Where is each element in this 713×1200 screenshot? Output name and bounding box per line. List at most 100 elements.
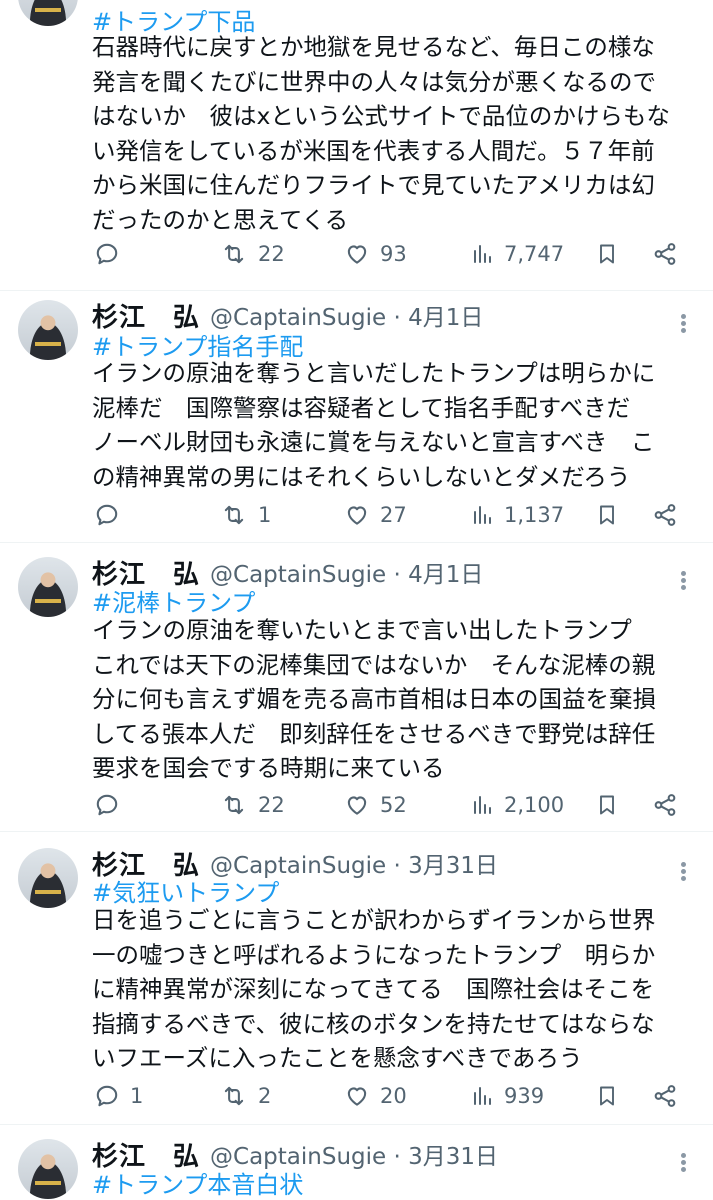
tweet-text-line: 指摘するべきで、彼に核のボタンを持たせてはならな bbox=[92, 1009, 655, 1038]
share-button[interactable] bbox=[652, 788, 678, 822]
tweet-text-line: だったのかと思えてくる bbox=[92, 205, 349, 234]
reply-button[interactable] bbox=[94, 237, 130, 271]
like-button[interactable]: 20 bbox=[344, 1079, 407, 1113]
like-button[interactable]: 27 bbox=[344, 498, 407, 532]
reply-button[interactable] bbox=[94, 498, 130, 532]
tweet-2[interactable]: 杉江 弘 @CaptainSugie · 4月1日 #トランプ指名手配 イランの… bbox=[0, 290, 713, 543]
like-count: 93 bbox=[380, 242, 407, 266]
retweet-icon bbox=[224, 795, 244, 815]
like-count: 52 bbox=[380, 793, 407, 817]
bookmark-icon bbox=[600, 1086, 614, 1106]
tweet-4[interactable]: 杉江 弘 @CaptainSugie · 3月31日 #気狂いトランプ 日を追う… bbox=[0, 838, 713, 1125]
views-chart-icon bbox=[474, 506, 491, 524]
retweet-button[interactable]: 22 bbox=[220, 788, 285, 822]
bookmark-icon bbox=[600, 505, 614, 525]
retweet-count: 22 bbox=[258, 242, 285, 266]
bookmark-button[interactable] bbox=[595, 788, 619, 822]
tweet-actions: 22 93 7,747 bbox=[92, 237, 692, 271]
retweet-button[interactable]: 22 bbox=[220, 237, 285, 271]
tweet-text-line: 石器時代に戻すとか地獄を見せるなど、毎日この様な bbox=[92, 33, 655, 61]
views-button[interactable]: 2,100 bbox=[470, 788, 564, 822]
tweet-text-line: ノーベル財団も永遠に賞を与えないと宣言すべき こ bbox=[92, 428, 655, 456]
tweet-text-line: イランの原油を奪いたいとまで言い出したトランプ bbox=[92, 616, 632, 644]
tweet-1[interactable]: #トランプ下品 石器時代に戻すとか地獄を見せるなど、毎日この様な 発言を聞くたび… bbox=[0, 0, 713, 291]
heart-icon bbox=[347, 506, 367, 525]
avatar[interactable] bbox=[18, 848, 78, 908]
reply-icon bbox=[96, 504, 118, 526]
heart-icon bbox=[347, 796, 367, 815]
tweet-text-line: 発言を聞くたびに世界中の人々は気分が悪くなるので bbox=[92, 67, 656, 96]
reply-button[interactable] bbox=[94, 788, 130, 822]
retweet-count: 2 bbox=[258, 1084, 272, 1108]
views-count: 939 bbox=[504, 1084, 545, 1108]
tweet-text-line: 要求を国会でする時期に来ている bbox=[92, 754, 445, 782]
retweet-count: 22 bbox=[258, 793, 285, 817]
share-icon bbox=[654, 243, 676, 265]
tweet-text: 日を追うごとに言うことが訳わからずイランから世界 一の嘘つきと呼ばれるようになっ… bbox=[92, 903, 692, 1076]
views-count: 2,100 bbox=[504, 793, 565, 817]
tweet-text-line: これでは天下の泥棒集団ではないか そんな泥棒の親 bbox=[92, 650, 656, 679]
like-button[interactable]: 93 bbox=[344, 237, 407, 271]
views-chart-icon bbox=[474, 796, 491, 814]
views-count: 1,137 bbox=[504, 503, 565, 527]
like-button[interactable]: 52 bbox=[344, 788, 407, 822]
tweet-text: イランの原油を奪いたいとまで言い出したトランプ これでは天下の泥棒集団ではないか… bbox=[92, 613, 692, 786]
views-count: 7,747 bbox=[504, 242, 565, 266]
share-icon bbox=[654, 504, 676, 526]
share-button[interactable] bbox=[652, 1079, 678, 1113]
retweet-count: 1 bbox=[258, 503, 272, 527]
views-button[interactable]: 1,137 bbox=[470, 498, 564, 532]
views-chart-icon bbox=[474, 1087, 491, 1105]
reply-icon bbox=[96, 243, 118, 265]
tweet-text-line: イランの原油を奪うと言いだしたトランプは明らかに bbox=[92, 359, 656, 387]
hashtag-link[interactable]: #トランプ本音白状 bbox=[92, 1165, 303, 1200]
like-count: 20 bbox=[380, 1084, 407, 1108]
tweet-text-line: に精神異常が深刻になってきてる 国際社会はそこを bbox=[92, 975, 655, 1003]
tweet-text-line: 一の嘘つきと呼ばれるようになったトランプ 明らか bbox=[92, 940, 656, 969]
avatar[interactable] bbox=[18, 0, 78, 26]
tweet-text-line: はないか 彼はxという公式サイトで品位のかけらもな bbox=[92, 102, 670, 130]
tweet-text-line: から米国に住んだりフライトで見ていたアメリカは幻 bbox=[92, 171, 655, 199]
tweet-actions: 1 27 1,137 bbox=[92, 498, 692, 532]
tweet-text: イランの原油を奪うと言いだしたトランプは明らかに 泥棒だ 国際警察は容疑者として… bbox=[92, 356, 692, 494]
share-button[interactable] bbox=[652, 498, 678, 532]
tweet-5[interactable]: 杉江 弘 @CaptainSugie · 3月31日 #トランプ本音白状 bbox=[0, 1129, 713, 1200]
reply-button[interactable]: 1 bbox=[94, 1079, 143, 1113]
more-dots-icon[interactable] bbox=[681, 312, 687, 335]
retweet-button[interactable]: 1 bbox=[220, 498, 271, 532]
tweet-text-line: 泥棒だ 国際警察は容疑者として指名手配すべきだ bbox=[92, 393, 631, 422]
tweet-actions: 1 2 20 939 bbox=[92, 1079, 692, 1113]
reply-icon bbox=[96, 1085, 118, 1107]
bookmark-icon bbox=[600, 244, 614, 264]
like-count: 27 bbox=[380, 503, 407, 527]
tweet-text-line: 日を追うごとに言うことが訳わからずイランから世界 bbox=[92, 906, 656, 934]
share-icon bbox=[654, 794, 676, 816]
bookmark-button[interactable] bbox=[595, 237, 619, 271]
bookmark-button[interactable] bbox=[595, 1079, 619, 1113]
bookmark-icon bbox=[600, 795, 614, 815]
tweet-text-line: の精神異常の男にはそれくらいしないとダメだろう bbox=[92, 462, 631, 491]
views-button[interactable]: 7,747 bbox=[470, 237, 564, 271]
retweet-icon bbox=[224, 1086, 244, 1106]
avatar[interactable] bbox=[18, 1139, 78, 1199]
views-button[interactable]: 939 bbox=[470, 1079, 544, 1113]
share-button[interactable] bbox=[652, 237, 678, 271]
reply-count: 1 bbox=[130, 1084, 144, 1108]
bookmark-button[interactable] bbox=[595, 498, 619, 532]
avatar[interactable] bbox=[18, 557, 78, 617]
more-dots-icon[interactable] bbox=[681, 1151, 687, 1174]
tweet-text-line: してる張本人だ 即刻辞任をさせるべきで野党は辞任 bbox=[92, 719, 656, 748]
tweet-text-line: いフエーズに入ったことを懸念すべきであろう bbox=[92, 1044, 583, 1072]
tweet-actions: 22 52 2,100 bbox=[92, 788, 692, 822]
heart-icon bbox=[347, 1087, 367, 1106]
views-chart-icon bbox=[474, 245, 491, 263]
more-dots-icon[interactable] bbox=[681, 860, 687, 883]
retweet-button[interactable]: 2 bbox=[220, 1079, 271, 1113]
tweet-3[interactable]: 杉江 弘 @CaptainSugie · 4月1日 #泥棒トランプ イランの原油… bbox=[0, 547, 713, 832]
tweet-text-line: い発信をしているが米国を代表する人間だ。５７年前 bbox=[92, 136, 655, 165]
avatar[interactable] bbox=[18, 300, 78, 360]
retweet-icon bbox=[224, 505, 244, 525]
more-dots-icon[interactable] bbox=[681, 569, 687, 592]
tweet-text-line: 分に何も言えず媚を売る高市首相は日本の国益を棄損 bbox=[92, 685, 656, 713]
tweet-text: 石器時代に戻すとか地獄を見せるなど、毎日この様な 発言を聞くたびに世界中の人々は… bbox=[92, 30, 692, 237]
